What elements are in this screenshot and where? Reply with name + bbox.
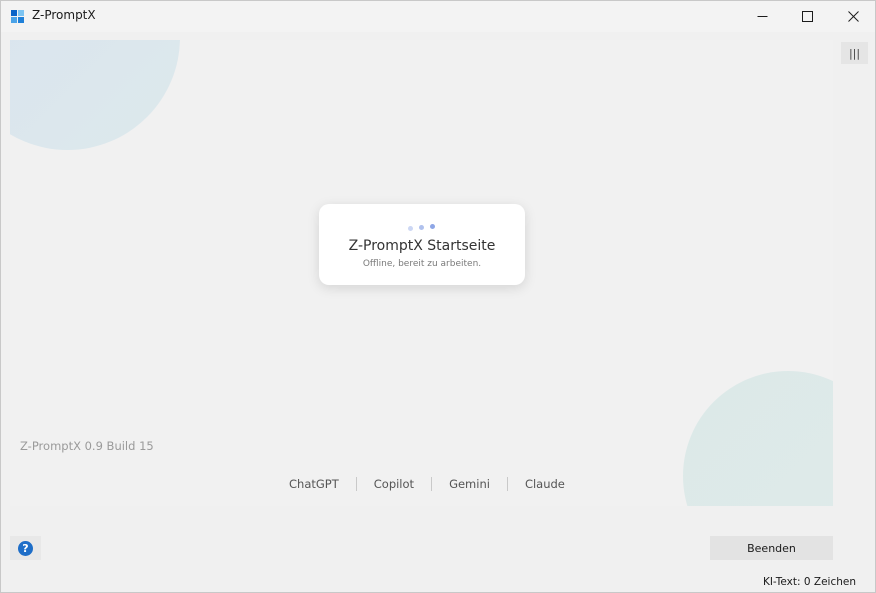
window-title: Z-PromptX — [32, 8, 96, 22]
character-count-status: KI-Text: 0 Zeichen — [762, 576, 856, 588]
link-chatgpt[interactable]: ChatGPT — [272, 477, 356, 491]
link-claude[interactable]: Claude — [508, 477, 582, 491]
ai-links: ChatGPT Copilot Gemini Claude — [272, 476, 582, 492]
version-label: Z-PromptX 0.9 Build 15 — [20, 439, 154, 453]
title-bar[interactable]: Z-PromptX — [1, 1, 875, 32]
minimize-icon — [757, 16, 767, 17]
maximize-button[interactable] — [784, 1, 830, 32]
decorative-circle-bottom-right — [683, 371, 833, 506]
status-card: Z-PromptX Startseite Offline, bereit zu … — [319, 204, 525, 285]
columns-icon: ||| — [848, 46, 861, 60]
loading-dots-icon — [319, 224, 525, 232]
help-icon: ? — [18, 540, 33, 556]
close-icon — [847, 11, 859, 22]
app-window: Z-PromptX Z-PromptX Startseite Offline, … — [0, 0, 876, 593]
link-gemini[interactable]: Gemini — [432, 477, 507, 491]
card-subtitle: Offline, bereit zu arbeiten. — [362, 259, 482, 269]
side-panel-toggle-button[interactable]: ||| — [841, 42, 868, 64]
minimize-button[interactable] — [739, 1, 785, 32]
start-page: Z-PromptX Startseite Offline, bereit zu … — [10, 40, 833, 506]
help-button[interactable]: ? — [10, 536, 41, 560]
quit-button[interactable]: Beenden — [710, 536, 833, 560]
card-title: Z-PromptX Startseite — [348, 238, 496, 254]
maximize-icon — [801, 11, 813, 22]
app-logo-icon — [11, 10, 24, 23]
link-copilot[interactable]: Copilot — [357, 477, 431, 491]
close-button[interactable] — [830, 1, 876, 32]
decorative-circle-top-left — [10, 40, 180, 150]
